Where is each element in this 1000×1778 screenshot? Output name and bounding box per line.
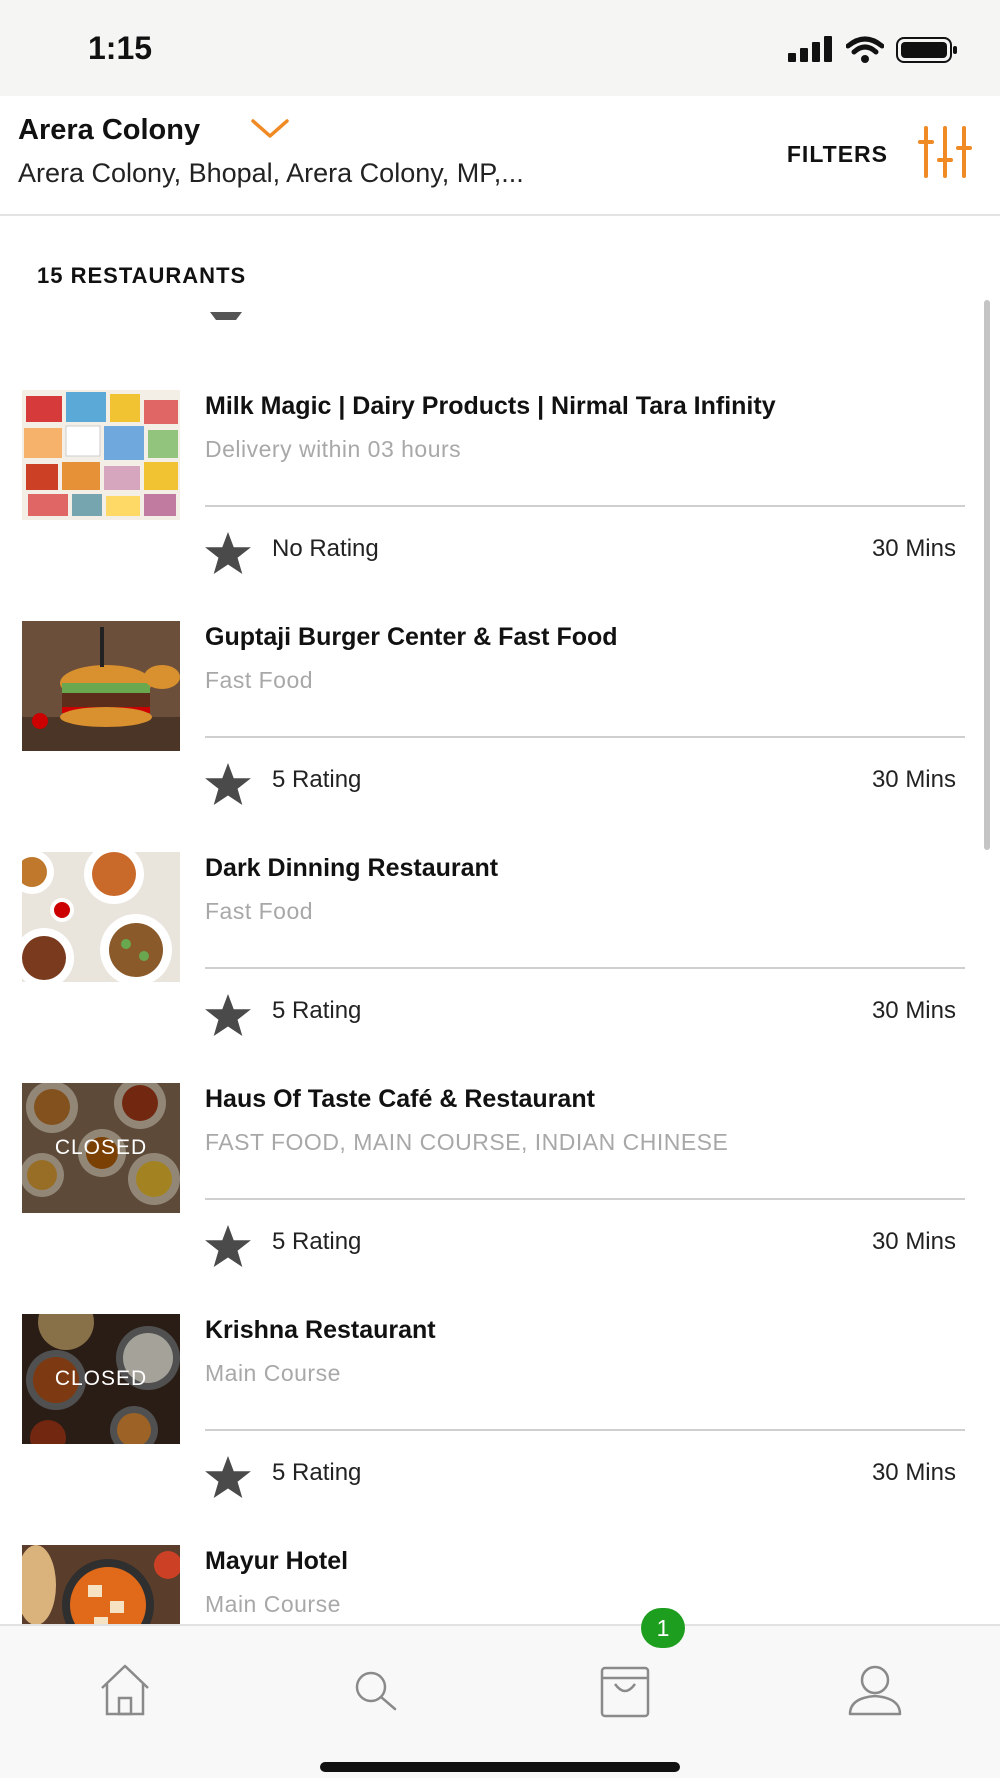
restaurant-cuisine: Main Course bbox=[205, 1360, 341, 1386]
battery-icon bbox=[896, 37, 957, 63]
star-icon bbox=[205, 1225, 251, 1267]
restaurant-thumbnail: CLOSED bbox=[22, 1314, 180, 1444]
restaurant-cuisine: Main Course bbox=[205, 1591, 341, 1617]
restaurant-name: Krishna Restaurant bbox=[205, 1316, 436, 1344]
divider bbox=[205, 967, 965, 969]
rating-text: 5 Rating bbox=[272, 1228, 362, 1255]
star-icon bbox=[205, 532, 251, 574]
restaurant-name: Dark Dinning Restaurant bbox=[205, 854, 499, 882]
restaurant-card[interactable]: Milk Magic | Dairy Products | Nirmal Tar… bbox=[0, 390, 1000, 621]
restaurant-cuisine: FAST FOOD, MAIN COURSE, INDIAN CHINESE bbox=[205, 1129, 729, 1155]
restaurant-card[interactable]: Guptaji Burger Center & Fast Food Fast F… bbox=[0, 621, 1000, 852]
partial-star-icon bbox=[210, 312, 242, 320]
restaurant-cuisine: Fast Food bbox=[205, 898, 314, 924]
restaurant-card[interactable]: CLOSED Haus Of Taste Café & Restaurant F… bbox=[0, 1083, 1000, 1314]
scrollbar[interactable] bbox=[984, 300, 990, 850]
tab-bar: 1 bbox=[0, 1608, 1000, 1778]
restaurant-cuisine: Fast Food bbox=[205, 667, 314, 693]
status-icons bbox=[788, 36, 958, 64]
rating-text: 5 Rating bbox=[272, 766, 362, 793]
restaurant-thumbnail bbox=[22, 1545, 180, 1624]
delivery-time: 30 Mins bbox=[871, 997, 956, 1024]
rating-text: 5 Rating bbox=[272, 997, 362, 1024]
restaurant-thumbnail: CLOSED bbox=[22, 1083, 180, 1213]
restaurant-name: Haus Of Taste Café & Restaurant bbox=[205, 1085, 595, 1113]
closed-label: CLOSED bbox=[22, 1083, 180, 1213]
chevron-down-icon[interactable] bbox=[250, 118, 290, 140]
restaurant-count: 15 RESTAURANTS bbox=[37, 263, 247, 288]
profile-icon[interactable] bbox=[840, 1656, 910, 1726]
location-title[interactable]: Arera Colony bbox=[18, 114, 200, 147]
restaurant-card[interactable]: Dark Dinning Restaurant Fast Food 5 Rati… bbox=[0, 852, 1000, 1083]
divider bbox=[205, 505, 965, 507]
cart-badge: 1 bbox=[641, 1608, 685, 1648]
closed-label: CLOSED bbox=[22, 1314, 180, 1444]
restaurant-thumbnail bbox=[22, 621, 180, 751]
rating-text: No Rating bbox=[272, 535, 379, 562]
star-icon bbox=[205, 994, 251, 1036]
wifi-icon bbox=[846, 36, 884, 63]
location-subtitle[interactable]: Arera Colony, Bhopal, Arera Colony, MP,.… bbox=[18, 158, 678, 189]
restaurant-card[interactable]: Mayur Hotel Main Course bbox=[0, 1545, 1000, 1624]
delivery-time: 30 Mins bbox=[871, 766, 956, 793]
rating-text: 5 Rating bbox=[272, 1459, 362, 1486]
search-icon[interactable] bbox=[340, 1656, 410, 1726]
star-icon bbox=[205, 1456, 251, 1498]
restaurant-name: Mayur Hotel bbox=[205, 1547, 349, 1575]
delivery-time: 30 Mins bbox=[871, 1228, 956, 1255]
cart-icon[interactable] bbox=[590, 1656, 660, 1726]
restaurant-thumbnail bbox=[22, 852, 180, 982]
divider bbox=[205, 1429, 965, 1431]
restaurant-cuisine: Delivery within 03 hours bbox=[205, 436, 462, 462]
restaurant-name: Guptaji Burger Center & Fast Food bbox=[205, 623, 618, 651]
delivery-time: 30 Mins bbox=[871, 1459, 956, 1486]
restaurant-list[interactable]: Milk Magic | Dairy Products | Nirmal Tar… bbox=[0, 296, 1000, 1624]
divider bbox=[205, 1198, 965, 1200]
delivery-time: 30 Mins bbox=[871, 535, 956, 562]
status-time: 1:15 bbox=[88, 30, 153, 66]
restaurant-card[interactable]: CLOSED Krishna Restaurant Main Course 5 … bbox=[0, 1314, 1000, 1545]
star-icon bbox=[205, 763, 251, 805]
filters-icon[interactable] bbox=[918, 124, 972, 180]
home-indicator bbox=[320, 1762, 680, 1772]
filters-button[interactable]: FILTERS bbox=[787, 141, 888, 168]
restaurant-name: Milk Magic | Dairy Products | Nirmal Tar… bbox=[205, 392, 776, 420]
location-header: Arera Colony Arera Colony, Bhopal, Arera… bbox=[0, 96, 1000, 216]
home-icon[interactable] bbox=[90, 1656, 160, 1726]
status-bar: 1:15 bbox=[0, 0, 1000, 96]
restaurant-thumbnail bbox=[22, 390, 180, 520]
divider bbox=[205, 736, 965, 738]
signal-icon bbox=[788, 36, 832, 62]
